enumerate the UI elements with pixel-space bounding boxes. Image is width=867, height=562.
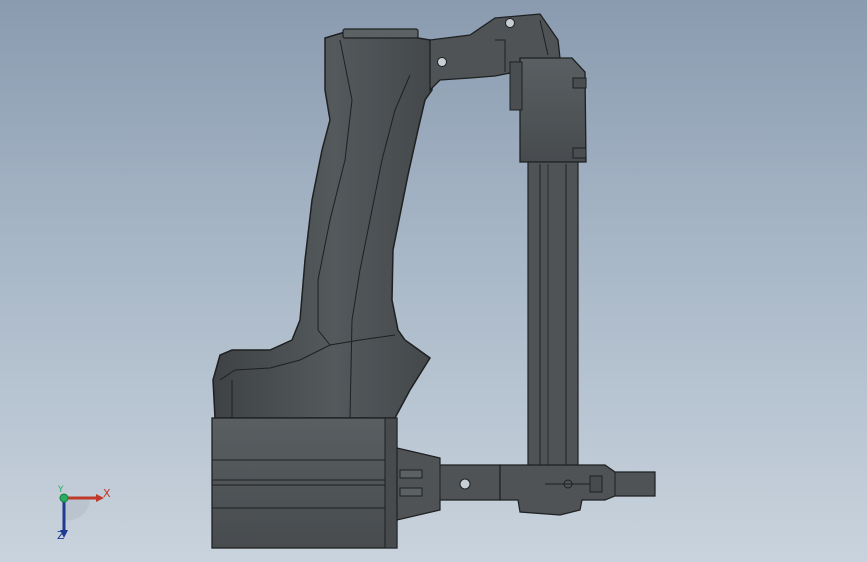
cad-viewport[interactable]: X Y Z <box>0 0 867 562</box>
z-axis-label: Z <box>57 529 65 542</box>
x-axis-label: X <box>103 487 111 500</box>
pistol-grip[interactable] <box>212 31 433 419</box>
grip-top-cap[interactable] <box>342 28 419 39</box>
y-axis-label: Y <box>58 485 64 495</box>
buffer-tube-base[interactable] <box>211 417 398 549</box>
lower-connector[interactable] <box>396 447 501 521</box>
cad-model[interactable] <box>0 0 867 562</box>
butt-end-block[interactable] <box>499 464 656 516</box>
stock-rail[interactable] <box>527 161 579 468</box>
stock-upper-block[interactable] <box>509 57 587 163</box>
